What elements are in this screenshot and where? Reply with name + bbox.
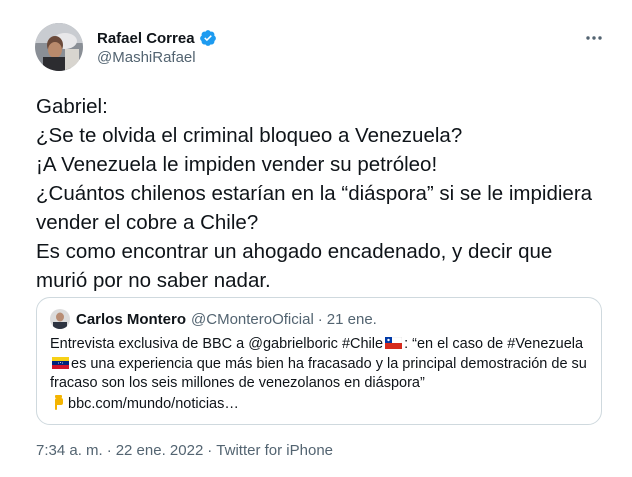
venezuela-flag-icon xyxy=(52,356,69,369)
quoted-link[interactable]: bbc.com/mundo/noticias… xyxy=(68,396,239,412)
separator: · xyxy=(207,442,213,459)
tweet-text: Gabriel: ¿Se te olvida el criminal bloqu… xyxy=(36,95,593,292)
author-avatar[interactable] xyxy=(35,23,83,71)
author-name[interactable]: Rafael Correa xyxy=(97,30,195,47)
quoted-date: 21 ene. xyxy=(326,310,377,328)
tweet-meta: 7:34 a. m. · 22 ene. 2022 · Twitter for iPho… xyxy=(36,442,333,459)
quoted-tweet[interactable]: Carlos Montero @CMonteroOficial · 21 ene… xyxy=(36,297,602,425)
tweet-card: Rafael Correa @MashiRafael Gabriel: ¿Se … xyxy=(0,0,632,477)
tweet-time[interactable]: 7:34 a. m. xyxy=(36,442,103,459)
quoted-tweet-header: Carlos Montero @CMonteroOficial · 21 ene… xyxy=(50,309,377,329)
quoted-author-avatar xyxy=(50,309,70,329)
quoted-tweet-text: Entrevista exclusiva de BBC a @gabrielbo… xyxy=(50,335,590,414)
quoted-author-name: Carlos Montero xyxy=(76,310,187,328)
separator: · xyxy=(106,442,112,459)
chile-flag-icon xyxy=(384,336,403,350)
separator: · xyxy=(317,310,323,328)
pointing-down-emoji-icon xyxy=(50,394,64,410)
quoted-author-handle: @CMonteroOficial xyxy=(191,310,314,328)
verified-badge-icon xyxy=(199,29,217,47)
quoted-text-part3: es una experiencia que más bien ha fraca… xyxy=(50,355,587,392)
more-options-icon[interactable] xyxy=(584,28,604,48)
quoted-text-part1: Entrevista exclusiva de BBC a @gabrielbo… xyxy=(50,336,384,352)
tweet-date[interactable]: 22 ene. 2022 xyxy=(116,442,204,459)
author-name-row: Rafael Correa xyxy=(97,28,217,48)
author-handle[interactable]: @MashiRafael xyxy=(97,49,196,66)
tweet-source[interactable]: Twitter for iPhone xyxy=(216,442,333,459)
quoted-text-part2: : “en el caso de #Venezuela xyxy=(404,336,584,352)
